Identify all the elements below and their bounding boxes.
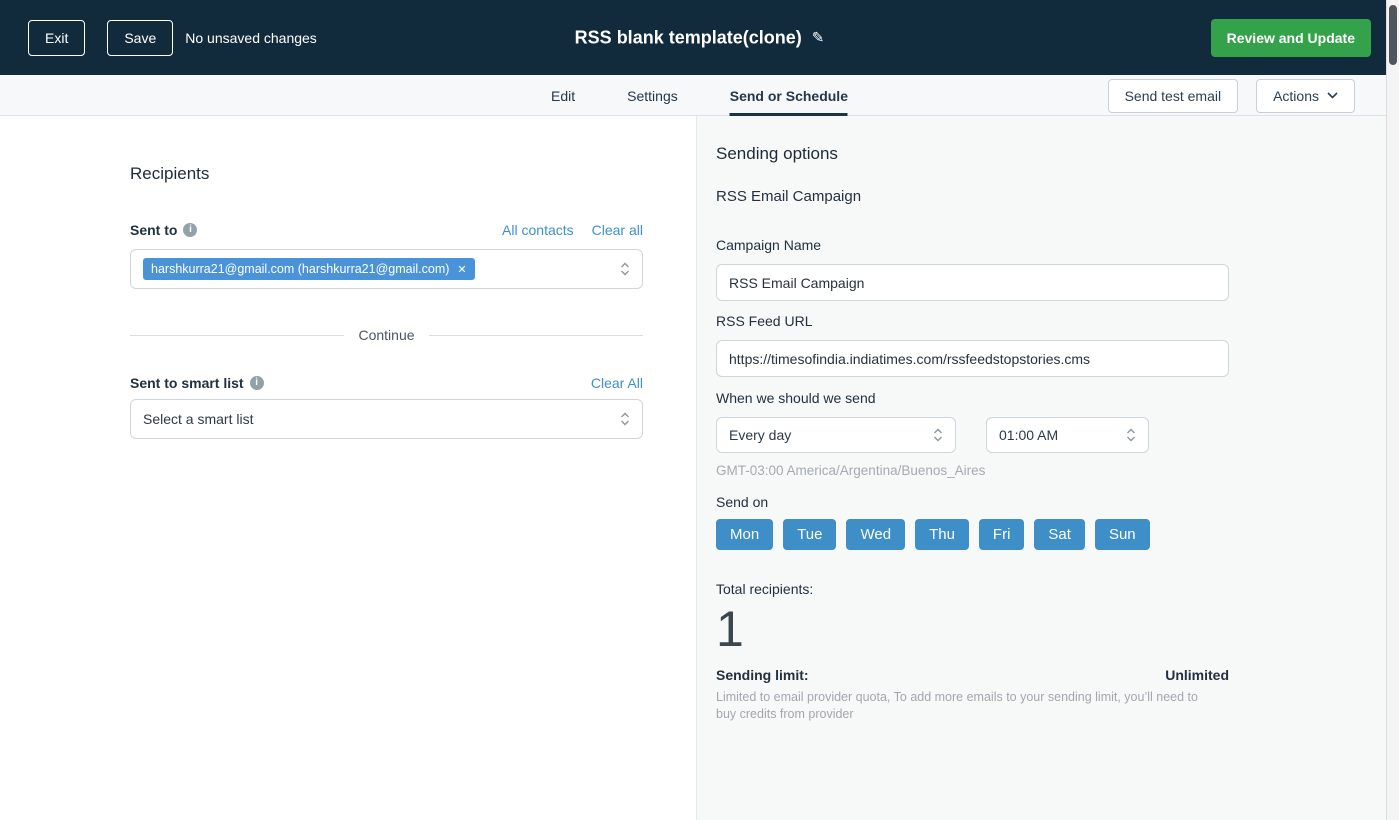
tab-settings[interactable]: Settings: [627, 75, 678, 116]
send-time-select[interactable]: 01:00 AM: [986, 417, 1149, 453]
select-chevrons-icon: [933, 426, 943, 444]
frequency-value: Every day: [729, 427, 792, 443]
day-button-tue[interactable]: Tue: [783, 519, 837, 550]
campaign-title-wrap: RSS blank template(clone) ✎: [575, 27, 825, 48]
smart-list-clear-all-link[interactable]: Clear All: [591, 375, 643, 391]
send-test-email-button[interactable]: Send test email: [1107, 78, 1239, 113]
campaign-type-subheading: RSS Email Campaign: [716, 188, 862, 205]
sent-to-label: Sent to i: [130, 222, 198, 238]
smart-list-select[interactable]: Select a smart list: [130, 399, 643, 439]
campaign-name-input[interactable]: [716, 264, 1229, 301]
sending-options-heading: Sending options: [716, 144, 838, 163]
recipients-heading: Recipients: [130, 164, 210, 183]
tab-send-or-schedule[interactable]: Send or Schedule: [729, 75, 848, 116]
send-time-value: 01:00 AM: [999, 427, 1059, 443]
info-icon[interactable]: i: [249, 376, 264, 390]
vertical-scrollbar[interactable]: [1386, 0, 1399, 820]
sending-limit-label: Sending limit:: [716, 667, 809, 683]
day-button-fri[interactable]: Fri: [978, 519, 1025, 550]
send-on-label: Send on: [716, 494, 769, 510]
day-button-sun[interactable]: Sun: [1094, 519, 1150, 550]
tab-group: Edit Settings Send or Schedule: [551, 75, 848, 116]
all-contacts-link[interactable]: All contacts: [502, 222, 574, 238]
select-chevrons-icon: [620, 410, 630, 428]
campaign-name-label: Campaign Name: [716, 237, 822, 253]
timezone-text: GMT-03:00 America/Argentina/Buenos_Aires: [716, 463, 986, 478]
send-on-days-group: Mon Tue Wed Thu Fri Sat Sun: [716, 519, 1229, 550]
save-status-text: No unsaved changes: [185, 29, 317, 46]
remove-recipient-icon[interactable]: ✕: [457, 263, 466, 276]
continue-label: Continue: [358, 327, 415, 343]
smart-list-placeholder: Select a smart list: [143, 411, 254, 427]
main-content: Recipients Sent to i All contacts Clear …: [0, 116, 1399, 820]
total-recipients-value: 1: [716, 601, 744, 657]
sending-options-panel: Sending options RSS Email Campaign Campa…: [696, 116, 1399, 820]
clear-all-link[interactable]: Clear all: [592, 222, 643, 238]
day-button-mon[interactable]: Mon: [716, 519, 774, 550]
tab-actions-group: Send test email Actions: [1107, 75, 1355, 116]
actions-button-label: Actions: [1273, 87, 1319, 104]
sent-to-select[interactable]: harshkurra21@gmail.com (harshkurra21@gma…: [130, 249, 643, 289]
actions-button[interactable]: Actions: [1256, 78, 1355, 113]
tab-bar: Edit Settings Send or Schedule Send test…: [0, 75, 1399, 116]
select-chevrons-icon: [620, 260, 630, 278]
sending-limit-note: Limited to email provider quota, To add …: [716, 690, 1198, 721]
review-and-update-button[interactable]: Review and Update: [1210, 18, 1371, 57]
sending-limit-value: Unlimited: [1165, 667, 1229, 683]
edit-title-icon[interactable]: ✎: [812, 29, 825, 47]
page-title: RSS blank template(clone): [574, 27, 802, 47]
rss-feed-url-label: RSS Feed URL: [716, 313, 813, 329]
total-recipients-label: Total recipients:: [716, 581, 814, 597]
exit-button[interactable]: Exit: [28, 19, 86, 56]
recipients-panel: Recipients Sent to i All contacts Clear …: [0, 116, 696, 820]
save-button[interactable]: Save: [107, 19, 174, 56]
tab-edit[interactable]: Edit: [551, 75, 575, 116]
day-button-thu[interactable]: Thu: [915, 519, 969, 550]
select-chevrons-icon: [1126, 426, 1136, 444]
chevron-down-icon: [1327, 92, 1338, 99]
continue-divider: Continue: [130, 327, 644, 343]
day-button-wed[interactable]: Wed: [846, 519, 906, 550]
scrollbar-thumb[interactable]: [1389, 5, 1397, 65]
top-header: Exit Save No unsaved changes RSS blank t…: [0, 0, 1399, 75]
when-to-send-label: When we should we send: [716, 390, 876, 406]
info-icon[interactable]: i: [183, 223, 198, 237]
recipient-chip: harshkurra21@gmail.com (harshkurra21@gma…: [143, 258, 475, 280]
smart-list-label: Sent to smart list i: [130, 375, 264, 391]
app-window: Exit Save No unsaved changes RSS blank t…: [0, 0, 1399, 820]
frequency-select[interactable]: Every day: [716, 417, 956, 453]
recipient-chip-label: harshkurra21@gmail.com (harshkurra21@gma…: [151, 262, 450, 276]
day-button-sat[interactable]: Sat: [1034, 519, 1085, 550]
rss-feed-url-input[interactable]: [716, 340, 1229, 377]
